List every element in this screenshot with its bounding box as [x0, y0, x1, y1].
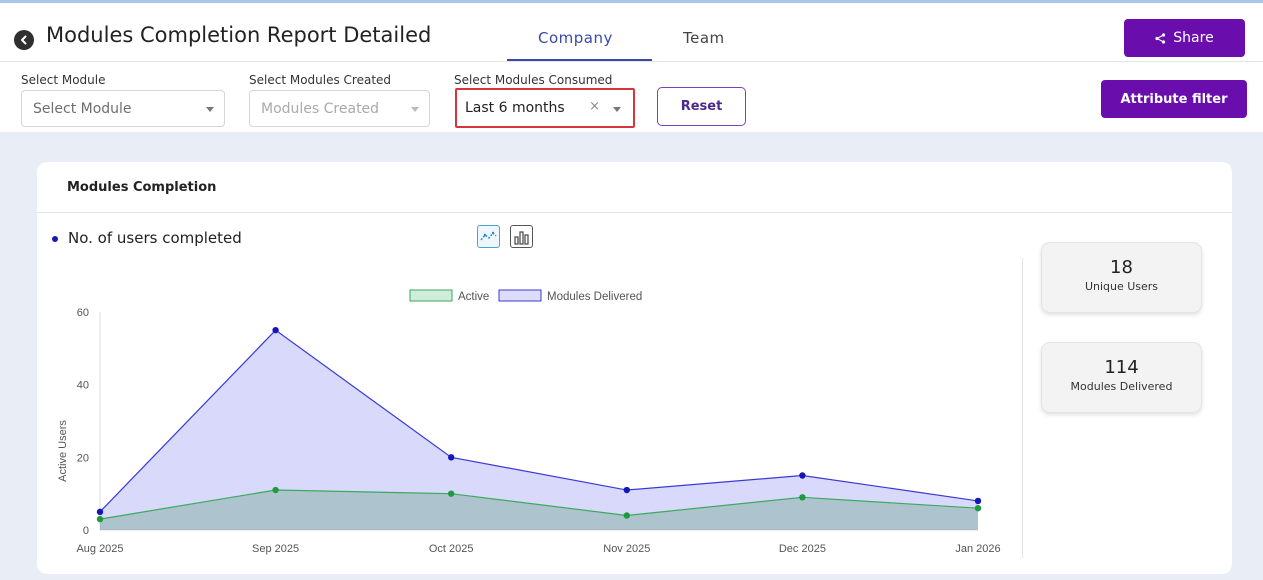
unique-users-value: 18: [1110, 257, 1133, 278]
top-bar: Modules Completion Report Detailed Compa…: [0, 0, 1263, 132]
back-button[interactable]: [14, 30, 34, 50]
x-tick-label: Sep 2025: [252, 543, 299, 555]
x-tick-label: Nov 2025: [603, 543, 650, 555]
reset-button[interactable]: Reset: [657, 87, 746, 126]
y-axis-title: Active Users: [57, 420, 69, 482]
x-tick-label: Aug 2025: [76, 543, 123, 555]
y-tick-label: 0: [83, 525, 89, 537]
tab-company[interactable]: Company: [538, 29, 613, 47]
modules-completion-chart: 0 20 40 60 Active Users Aug 2025 Sep 2025 Oct 2…: [57, 289, 1001, 555]
caret-down-icon: [411, 107, 419, 112]
data-point-modules-delivered: [623, 486, 630, 494]
select-module-placeholder: Select Module: [33, 100, 132, 117]
data-point-active: [272, 486, 279, 494]
data-point-modules-delivered: [448, 454, 455, 461]
caret-down-icon: [206, 107, 214, 112]
page-title: Modules Completion Report Detailed: [46, 23, 432, 47]
share-icon: [1155, 32, 1166, 44]
data-point-modules-delivered: [974, 497, 982, 505]
select-created-label: Select Modules Created: [249, 73, 392, 87]
chevron-left-icon: [21, 35, 27, 45]
x-tick-label: Jan 2026: [955, 543, 1000, 555]
legend-label-active: Active: [458, 291, 489, 303]
select-module-dropdown[interactable]: Select Module: [21, 90, 225, 127]
unique-users-label: Unique Users: [1084, 280, 1159, 293]
data-point-active: [799, 494, 806, 501]
legend-label-modules-delivered: Modules Delivered: [547, 291, 642, 303]
y-tick-label: 40: [77, 380, 89, 392]
header-divider: [0, 61, 1263, 62]
modules-created-placeholder: Modules Created: [261, 100, 380, 117]
select-consumed-label: Select Modules Consumed: [454, 73, 613, 87]
legend-swatch-active: [409, 289, 453, 302]
data-point-modules-delivered: [799, 472, 806, 479]
data-point-active: [448, 490, 455, 497]
modules-consumed-dropdown[interactable]: Last 6 months ×: [455, 88, 635, 128]
y-tick-label: 20: [77, 452, 89, 464]
legend-swatch-modules-delivered: [498, 289, 542, 302]
data-point-active: [96, 515, 104, 523]
select-module-label: Select Module: [21, 73, 106, 87]
modules-delivered-label: Modules Delivered: [1070, 380, 1173, 393]
x-tick-label: Dec 2025: [779, 543, 826, 555]
data-point-modules-delivered: [272, 326, 279, 334]
modules-created-dropdown[interactable]: Modules Created: [249, 90, 430, 127]
data-point-active: [974, 505, 982, 512]
x-tick-label: Oct 2025: [429, 543, 474, 555]
share-button[interactable]: Share: [1124, 19, 1245, 57]
tab-team[interactable]: Team: [683, 29, 725, 47]
modules-delivered-value: 114: [1104, 357, 1139, 378]
modules-delivered-stat: 114 Modules Delivered: [1041, 342, 1202, 413]
share-button-label: Share: [1173, 30, 1214, 46]
data-point-active: [623, 512, 630, 519]
clear-selection-icon[interactable]: ×: [589, 99, 600, 114]
attribute-filter-button[interactable]: Attribute filter: [1101, 80, 1247, 118]
modules-completion-card: Modules Completion No. of users complete…: [37, 162, 1232, 574]
unique-users-stat: 18 Unique Users: [1041, 242, 1202, 313]
modules-consumed-value: Last 6 months: [465, 100, 565, 116]
caret-down-icon: [613, 107, 621, 112]
y-tick-label: 60: [77, 307, 89, 319]
chart-stats-divider: [1022, 258, 1023, 558]
data-point-modules-delivered: [96, 508, 104, 516]
